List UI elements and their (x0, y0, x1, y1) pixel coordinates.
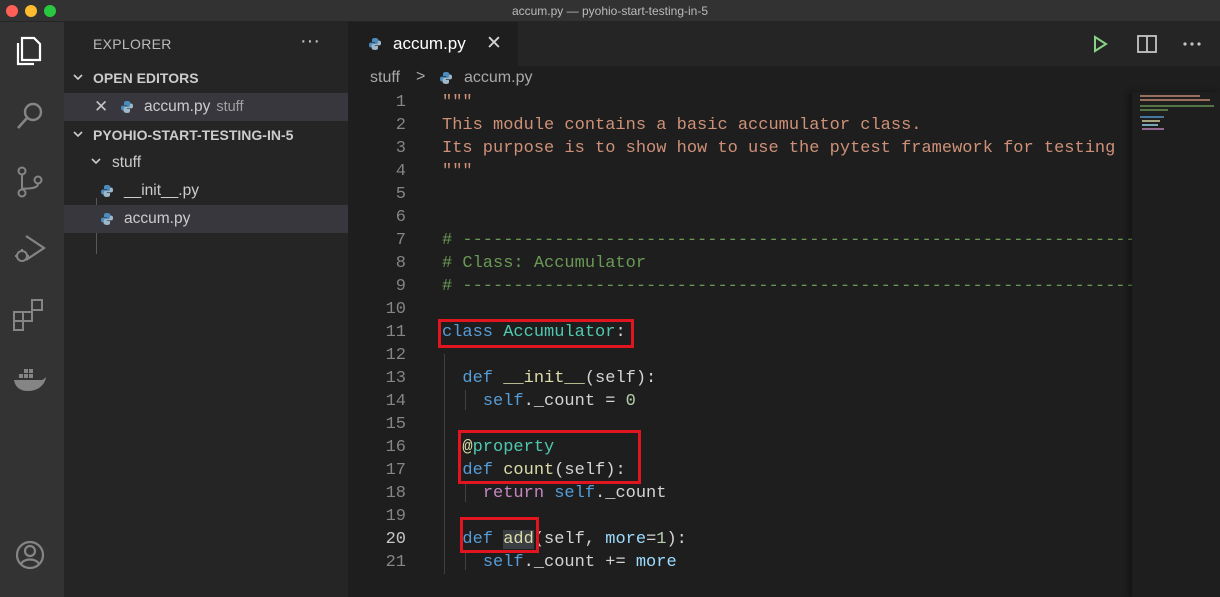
tab-close-icon[interactable]: ✕ (486, 32, 502, 55)
folder-label: stuff (112, 154, 142, 171)
chevron-down-icon (73, 131, 83, 138)
code-line: 13 def __init__(self): (385, 369, 657, 388)
breadcrumb-folder[interactable]: stuff (370, 69, 400, 87)
breadcrumb-separator: > (416, 68, 426, 85)
accounts-icon[interactable] (10, 535, 50, 575)
docker-icon[interactable] (10, 360, 50, 400)
chevron-down-icon (91, 158, 101, 165)
code-line: 1 """ (395, 93, 473, 112)
open-editors-label: OPEN EDITORS (93, 70, 199, 86)
editor-tab-bar: accum.py ✕ (348, 22, 1220, 66)
more-icon[interactable] (1180, 32, 1204, 56)
annotation-box-property (458, 430, 641, 484)
search-icon[interactable] (10, 96, 50, 136)
python-file-icon (440, 72, 452, 84)
code-line: 12 (385, 346, 406, 365)
code-editor[interactable]: 1 """ 2 This module contains a basic accum… (348, 92, 1132, 597)
annotation-box-class (438, 319, 634, 348)
file-item[interactable]: __init__.py (64, 177, 348, 205)
file-label: accum.py (124, 210, 191, 227)
run-debug-icon[interactable] (10, 228, 50, 268)
more-actions-button[interactable]: ··· (300, 30, 320, 53)
workspace-section[interactable]: PYOHIO-START-TESTING-IN-5 (64, 122, 348, 150)
open-editor-item[interactable]: ✕ accum.py stuff (64, 93, 348, 121)
open-editors-section[interactable]: OPEN EDITORS (64, 65, 348, 93)
file-label: __init__.py (124, 182, 199, 199)
title-bar: accum.py — pyohio-start-testing-in-5 (0, 0, 1220, 22)
close-icon[interactable]: ✕ (94, 97, 108, 117)
explorer-header: EXPLORER (93, 36, 172, 52)
minimap[interactable] (1132, 92, 1220, 597)
explorer-icon[interactable] (10, 30, 50, 70)
file-item-selected[interactable]: accum.py (64, 205, 348, 233)
code-line: 3 Its purpose is to show how to use the p… (395, 139, 1116, 158)
code-line: 5 (395, 185, 406, 204)
open-editor-filename: accum.py (144, 98, 211, 115)
tab-accum-py[interactable]: accum.py ✕ (348, 22, 518, 66)
run-icon[interactable] (1088, 32, 1112, 56)
breadcrumb: stuff > accum.py (348, 66, 1220, 92)
python-file-icon (101, 213, 113, 225)
annotation-box-add (460, 517, 539, 553)
code-line: 14 self._count = 0 (385, 392, 636, 411)
split-editor-icon[interactable] (1135, 32, 1159, 56)
folder-stuff[interactable]: stuff (64, 149, 348, 177)
chevron-down-icon (73, 74, 83, 81)
tab-label: accum.py (393, 34, 466, 53)
code-line: 7 # -------------------------------------… (395, 231, 1132, 250)
source-control-icon[interactable] (10, 162, 50, 202)
code-line: 18 return self._count (385, 484, 667, 503)
code-line: 8 # Class: Accumulator (395, 254, 647, 273)
activity-bar (0, 22, 64, 597)
python-file-icon (369, 38, 381, 50)
python-file-icon (121, 101, 133, 113)
code-line: 2 This module contains a basic accumulato… (395, 116, 922, 135)
workspace-label: PYOHIO-START-TESTING-IN-5 (93, 127, 294, 143)
code-line: 9 # -------------------------------------… (395, 277, 1132, 296)
open-editor-folder: stuff (216, 99, 244, 115)
code-line: 21 self._count += more (385, 553, 677, 572)
breadcrumb-file[interactable]: accum.py (464, 69, 532, 87)
window-title: accum.py — pyohio-start-testing-in-5 (511, 4, 709, 18)
python-file-icon (101, 185, 113, 197)
extensions-icon[interactable] (10, 294, 50, 334)
code-line: 4 """ (395, 162, 473, 181)
code-line: 6 (395, 208, 406, 227)
explorer-sidebar: EXPLORER ··· OPEN EDITORS ✕ accum.py stuf… (64, 22, 348, 597)
